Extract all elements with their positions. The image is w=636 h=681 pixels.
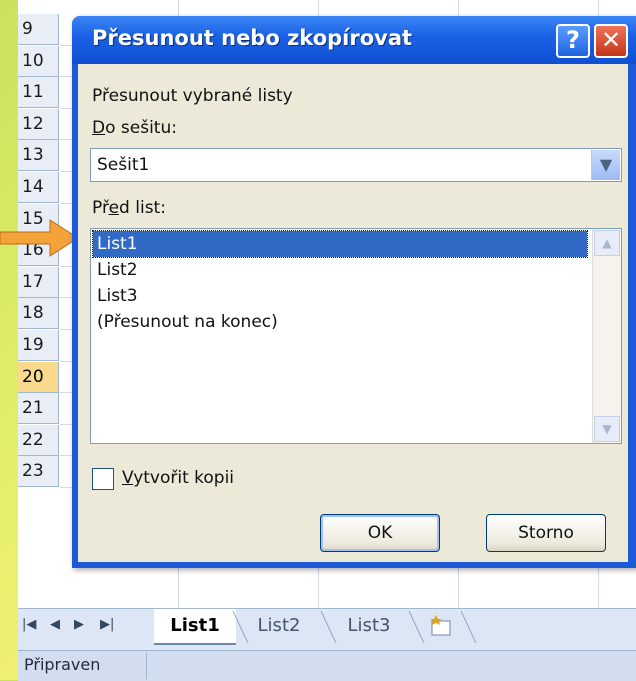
- dialog-titlebar[interactable]: Přesunout nebo zkopírovat ? ✕: [72, 16, 636, 64]
- row-header[interactable]: 17: [18, 266, 59, 298]
- prev-sheet-icon[interactable]: ◀: [50, 617, 60, 632]
- row-header[interactable]: 18: [18, 298, 59, 330]
- chevron-down-icon[interactable]: ▼: [591, 150, 620, 180]
- to-workbook-label: Do sešitu:: [92, 118, 177, 138]
- move-copy-dialog: Přesunout nebo zkopírovat ? ✕ Přesunout …: [72, 16, 636, 568]
- status-divider: [146, 653, 147, 679]
- row-header[interactable]: 14: [18, 172, 59, 203]
- close-button[interactable]: ✕: [594, 24, 628, 58]
- ok-button[interactable]: OK: [320, 514, 440, 552]
- create-copy-checkbox[interactable]: [92, 468, 114, 490]
- row-header[interactable]: 21: [18, 393, 59, 425]
- sheet-tab-list2[interactable]: List2: [238, 609, 320, 643]
- workbook-value: Sešit1: [97, 155, 150, 175]
- row-headers: 9 10 11 12 13 14 15 16 17 18 19 20 21 22 23: [18, 0, 60, 610]
- first-sheet-icon[interactable]: |◀: [22, 617, 36, 632]
- row-header[interactable]: 10: [18, 45, 59, 77]
- pointer-arrow-icon: [0, 219, 79, 257]
- next-sheet-icon[interactable]: ▶: [74, 617, 84, 632]
- scroll-down-icon[interactable]: ▼: [594, 416, 620, 442]
- row-header[interactable]: 13: [18, 140, 59, 172]
- row-header[interactable]: 19: [18, 330, 59, 361]
- sheet-tab-bar: |◀ ◀ ▶ ▶| List1 List2 List3: [18, 608, 636, 651]
- dialog-body: Přesunout vybrané listy Do sešitu: Sešit…: [78, 64, 628, 562]
- list-item-list2[interactable]: List2: [93, 257, 587, 283]
- row-header[interactable]: 12: [18, 108, 59, 140]
- row-header[interactable]: 22: [18, 424, 59, 456]
- before-sheet-label: Před list:: [92, 198, 166, 218]
- move-selected-label: Přesunout vybrané listy: [92, 86, 293, 106]
- status-text: Připraven: [24, 655, 101, 674]
- help-button[interactable]: ?: [556, 24, 590, 58]
- list-item-list1[interactable]: List1: [92, 230, 588, 258]
- cancel-button[interactable]: Storno: [486, 514, 606, 552]
- sheet-tab-list3[interactable]: List3: [328, 609, 410, 643]
- create-copy-label[interactable]: Vytvořit kopii: [122, 468, 234, 488]
- insert-sheet-tab[interactable]: [418, 609, 464, 643]
- workbook-select[interactable]: Sešit1 ▼: [90, 148, 622, 182]
- row-header[interactable]: 20: [18, 361, 59, 393]
- dialog-title: Přesunout nebo zkopírovat: [92, 26, 413, 50]
- sheet-tab-list1[interactable]: List1: [154, 609, 236, 645]
- list-scrollbar[interactable]: ▲ ▼: [592, 229, 621, 443]
- new-sheet-icon: [430, 615, 451, 636]
- last-sheet-icon[interactable]: ▶|: [100, 617, 114, 632]
- status-bar: Připraven: [18, 650, 636, 681]
- row-header[interactable]: 23: [18, 456, 59, 488]
- before-sheet-list[interactable]: List1 List2 List3 (Přesunout na konec) ▲…: [90, 228, 622, 444]
- scroll-up-icon[interactable]: ▲: [594, 230, 620, 256]
- list-item-move-to-end[interactable]: (Přesunout na konec): [93, 309, 587, 335]
- row-header[interactable]: 9: [18, 14, 59, 45]
- row-header[interactable]: 11: [18, 77, 59, 109]
- list-item-list3[interactable]: List3: [93, 283, 587, 309]
